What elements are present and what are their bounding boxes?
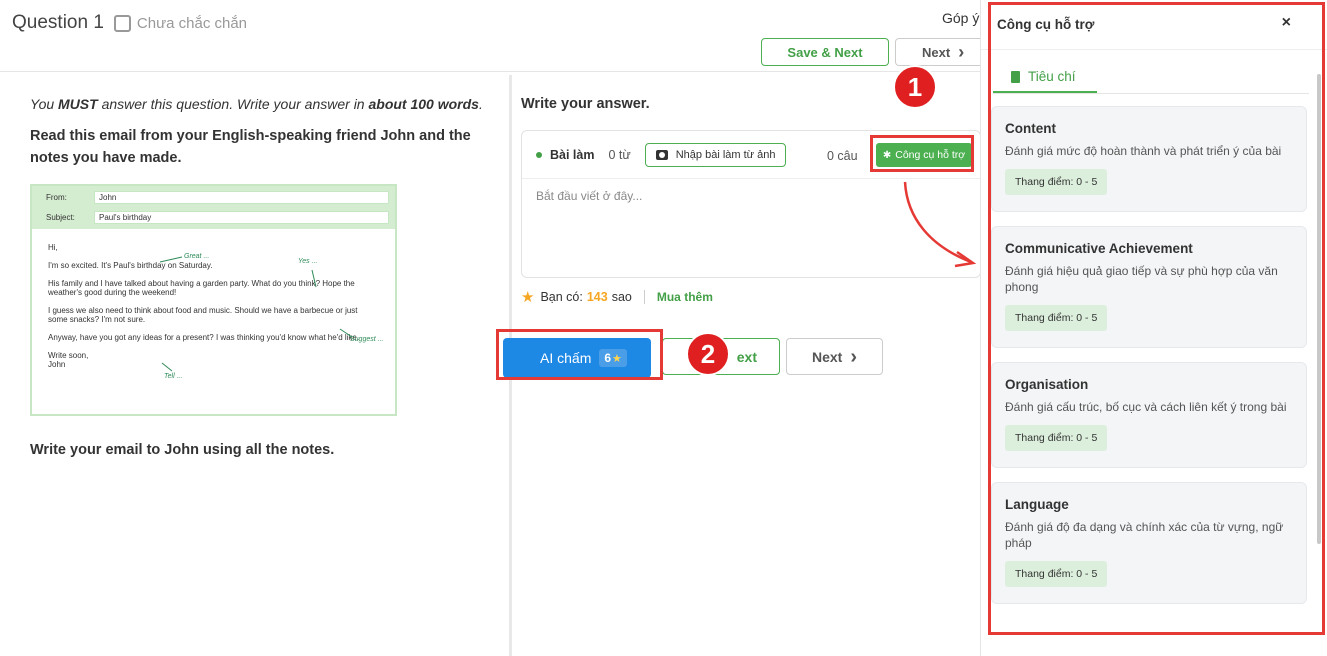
- star-unit: sao: [611, 290, 632, 304]
- question-header: Question 1 Chưa chắc chắn Góp ý Save & N…: [0, 0, 985, 72]
- save-next-button-top[interactable]: Save & Next: [761, 38, 889, 66]
- chevron-right-icon: ›: [850, 345, 858, 368]
- chevron-right-icon: ›: [958, 42, 965, 62]
- star-count: 143: [586, 290, 608, 304]
- camera-icon: [655, 149, 668, 160]
- buy-more-link[interactable]: Mua thêm: [657, 290, 713, 304]
- highlight-support-panel: [988, 2, 1325, 635]
- question-label: Question 1: [12, 12, 104, 33]
- question-prompt: You MUST answer this question. Write you…: [30, 94, 490, 458]
- instruction-text: You MUST answer this question. Write you…: [30, 96, 483, 112]
- next-button[interactable]: Next ›: [786, 338, 883, 375]
- import-image-label: Nhập bài làm từ ảnh: [675, 148, 776, 161]
- final-instruction: Write your email to John using all the n…: [30, 442, 335, 458]
- next-label-top: Next: [922, 44, 951, 60]
- feedback-link[interactable]: Góp ý: [942, 10, 979, 26]
- next-label: Next: [811, 348, 843, 365]
- unsure-checkbox[interactable]: [113, 14, 131, 32]
- highlight-ai-grade: [496, 329, 663, 380]
- step-2-badge: 2: [686, 332, 730, 376]
- next-button-top[interactable]: Next ›: [895, 38, 985, 66]
- step-1-badge: 1: [893, 65, 937, 109]
- import-image-button[interactable]: Nhập bài làm từ ảnh: [644, 142, 787, 167]
- question-title-row: Question 1 Chưa chắc chắn: [12, 12, 247, 34]
- star-balance: ★ Bạn có: 143 sao Mua thêm: [521, 288, 713, 306]
- status-dot-icon: [536, 151, 542, 158]
- you-have-label: Bạn có:: [540, 290, 583, 304]
- highlight-support-tools: [870, 135, 974, 172]
- email-image: From: John Subject: Paul's birthday Hi, …: [30, 184, 397, 416]
- answer-title: Write your answer.: [521, 96, 650, 112]
- bai-lam-label: Bài làm: [550, 147, 595, 162]
- read-email-text: Read this email from your English-speaki…: [30, 128, 471, 166]
- unsure-label[interactable]: Chưa chắc chắn: [137, 15, 247, 32]
- word-count: 0 từ: [608, 147, 631, 162]
- star-icon: ★: [521, 289, 535, 306]
- email-note-arrows: [159, 256, 353, 372]
- annotation-arrow: [903, 181, 977, 268]
- sentence-count: 0 câu: [827, 149, 858, 163]
- separator: [643, 290, 645, 304]
